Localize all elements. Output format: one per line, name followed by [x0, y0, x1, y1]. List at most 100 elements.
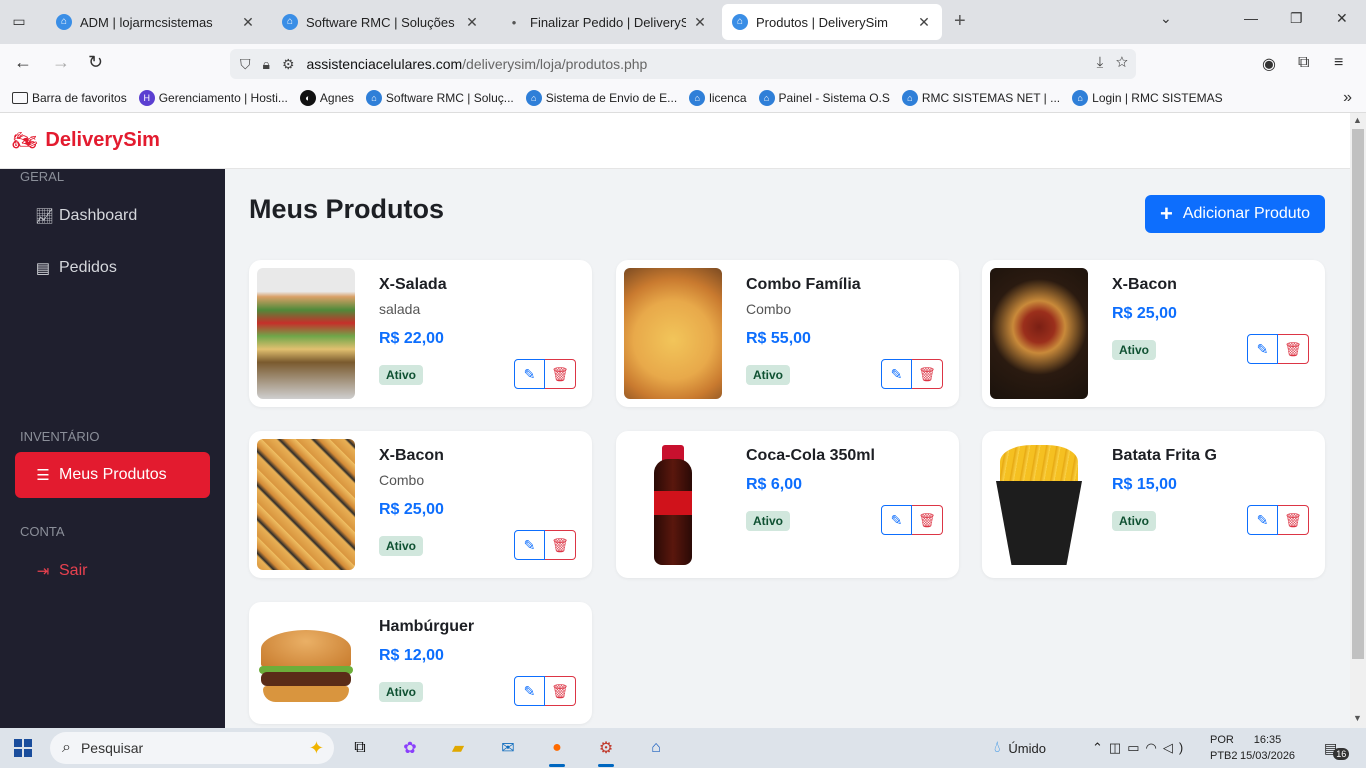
copilot-icon[interactable]: ✿ — [396, 734, 424, 762]
bookmark-item[interactable]: ⌂ Software RMC | Soluç... — [365, 90, 514, 106]
house-favicon-icon: ⌂ — [56, 14, 72, 30]
edit-button[interactable]: ✎ — [881, 505, 912, 535]
add-product-button[interactable]: + Adicionar Produto — [1145, 195, 1325, 233]
delete-button[interactable]: 🗑︎ — [545, 359, 576, 389]
shield-icon[interactable]: ⛉ — [240, 56, 251, 73]
volume-icon[interactable]: ◁) — [1163, 740, 1189, 756]
scrollbar-thumb[interactable] — [1352, 129, 1364, 659]
reload-icon[interactable]: ↻ — [88, 52, 103, 73]
new-tab-icon[interactable]: + — [954, 10, 966, 33]
delete-button[interactable]: 🗑︎ — [1278, 505, 1309, 535]
edit-button[interactable]: ✎ — [1247, 505, 1278, 535]
folder-icon — [12, 92, 28, 104]
sparkle-icon: ✦ — [308, 737, 324, 758]
trash-icon: 🗑︎ — [551, 682, 569, 699]
receipt-icon: ▤ — [35, 260, 51, 277]
loading-dot-icon: • — [511, 14, 517, 30]
bookmark-item[interactable]: ⌂ RMC SISTEMAS NET | ... — [901, 90, 1060, 106]
account-icon[interactable]: ◉ — [1262, 54, 1276, 74]
tab-finalizar-pedido[interactable]: • Finalizar Pedido | DeliverySim ✕ — [496, 4, 718, 40]
outlook-icon[interactable]: ✉ — [494, 734, 522, 762]
scroll-down-icon[interactable]: ▼ — [1353, 713, 1362, 723]
edit-button[interactable]: ✎ — [514, 530, 545, 560]
delete-button[interactable]: 🗑︎ — [545, 530, 576, 560]
close-window-icon[interactable]: ✕ — [1336, 10, 1348, 27]
delete-button[interactable]: 🗑︎ — [1278, 334, 1309, 364]
edit-icon: ✎ — [890, 365, 903, 382]
delete-button[interactable]: 🗑︎ — [912, 505, 943, 535]
edit-icon: ✎ — [1256, 511, 1269, 528]
edit-icon: ✎ — [890, 511, 903, 528]
product-price: R$ 15,00 — [1112, 476, 1177, 493]
edit-button[interactable]: ✎ — [514, 359, 545, 389]
product-category: salada — [379, 301, 421, 317]
delete-button[interactable]: 🗑︎ — [545, 676, 576, 706]
language-indicator[interactable]: POR PTB2 — [1210, 732, 1238, 764]
bookmark-item[interactable]: H Gerenciamento | Hosti... — [138, 90, 288, 106]
product-image-onion-rings — [990, 268, 1088, 399]
bookmark-folder[interactable]: Barra de favoritos — [12, 91, 127, 105]
windows-start-icon[interactable] — [14, 739, 32, 757]
more-bookmarks-icon[interactable]: » — [1343, 89, 1352, 107]
sidebar-item-dashboard[interactable]: 📈︎ Dashboard — [15, 193, 210, 239]
clock[interactable]: 16:35 15/03/2026 — [1240, 732, 1295, 764]
section-conta: CONTA — [20, 524, 65, 539]
close-tab-icon[interactable]: ✕ — [464, 14, 480, 31]
house-icon: ⌂ — [758, 90, 775, 106]
house-icon: ⌂ — [1072, 90, 1089, 106]
tab-adm[interactable]: ⌂ ADM | lojarmcsistemas ✕ — [46, 4, 266, 40]
notification-center[interactable]: ▤ 16 — [1324, 728, 1350, 768]
bookmark-item[interactable]: ⌂ Painel - Sistema O.S — [758, 90, 890, 106]
battery-icon[interactable]: ▭ — [1127, 740, 1145, 756]
minimize-icon[interactable]: — — [1244, 10, 1258, 26]
sidebar-item-sair[interactable]: ⇥ Sair — [15, 548, 210, 594]
bookmark-item[interactable]: ⌂ Login | RMC SISTEMAS — [1072, 90, 1223, 106]
taskbar-search[interactable]: ⌕ Pesquisar ✦ — [50, 732, 334, 764]
system-tray-icons[interactable]: ⌃ ◫ ▭ ◠ ◁) — [1092, 728, 1189, 768]
bookmark-item[interactable]: ◐ Agnes — [299, 90, 354, 106]
product-card: X-Bacon Combo R$ 25,00 Ativo ✎ 🗑︎ — [249, 431, 592, 578]
tab-dropdown-icon[interactable]: ⌄ — [1160, 10, 1172, 27]
tab-produtos[interactable]: ⌂ Produtos | DeliverySim ✕ — [722, 4, 942, 40]
edit-button[interactable]: ✎ — [881, 359, 912, 389]
sidebar-item-meus-produtos[interactable]: ☰ Meus Produtos — [15, 452, 210, 498]
forward-icon[interactable]: → — [52, 52, 70, 73]
humidity-icon: 💧︎ — [994, 739, 1001, 756]
meet-icon[interactable]: ◫ — [1109, 740, 1127, 756]
back-icon[interactable]: ← — [14, 52, 32, 73]
url-path: /deliverysim/loja/produtos.php — [462, 56, 648, 72]
weather-widget[interactable]: 💧︎ Úmido — [994, 728, 1046, 768]
restore-icon[interactable]: ❐ — [1290, 10, 1303, 27]
section-geral: GERAL — [20, 169, 65, 184]
scroll-up-icon[interactable]: ▲ — [1353, 115, 1362, 125]
menu-icon[interactable]: ≡ — [1334, 54, 1343, 72]
extensions-icon[interactable]: ⧉ — [1298, 54, 1309, 72]
tab-list-icon[interactable]: ▭ — [8, 10, 30, 32]
app-header: 🏍︎ DeliverySim — [0, 113, 1350, 169]
sidebar-item-pedidos[interactable]: ▤ Pedidos — [15, 245, 210, 291]
page-title: Meus Produtos — [249, 194, 445, 224]
bookmark-item[interactable]: ⌂ licenca — [689, 90, 747, 106]
delete-button[interactable]: 🗑︎ — [912, 359, 943, 389]
bookmark-item[interactable]: ⌂ Sistema de Envio de E... — [525, 90, 677, 106]
house-app-icon[interactable]: ⌂ — [642, 734, 670, 762]
close-tab-icon[interactable]: ✕ — [692, 14, 708, 31]
page-scrollbar[interactable]: ▲ ▼ — [1350, 113, 1366, 728]
permissions-icon[interactable]: ⚙ — [282, 56, 295, 73]
file-explorer-icon[interactable]: ▰ — [444, 734, 472, 762]
house-icon: ⌂ — [525, 90, 542, 106]
wifi-icon[interactable]: ◠ — [1146, 740, 1163, 756]
firefox-icon[interactable]: ● — [543, 734, 571, 767]
close-tab-icon[interactable]: ✕ — [240, 14, 256, 31]
app-icon[interactable]: ⚙ — [592, 734, 620, 767]
lock-icon[interactable]: 🔒︎ — [263, 56, 270, 73]
address-bar[interactable]: ⛉ 🔒︎ ⚙ assistenciacelulares.com/delivery… — [230, 49, 1136, 79]
bookmark-star-icon[interactable]: ⤓ ☆ — [1097, 54, 1128, 71]
edit-button[interactable]: ✎ — [1247, 334, 1278, 364]
edit-button[interactable]: ✎ — [514, 676, 545, 706]
brand-name[interactable]: DeliverySim — [45, 129, 160, 152]
tab-software-rmc[interactable]: ⌂ Software RMC | Soluções Digita ✕ — [272, 4, 490, 40]
close-tab-icon[interactable]: ✕ — [916, 14, 932, 31]
task-view-icon[interactable]: ⧉ — [346, 734, 374, 762]
chevron-up-icon[interactable]: ⌃ — [1092, 740, 1109, 756]
